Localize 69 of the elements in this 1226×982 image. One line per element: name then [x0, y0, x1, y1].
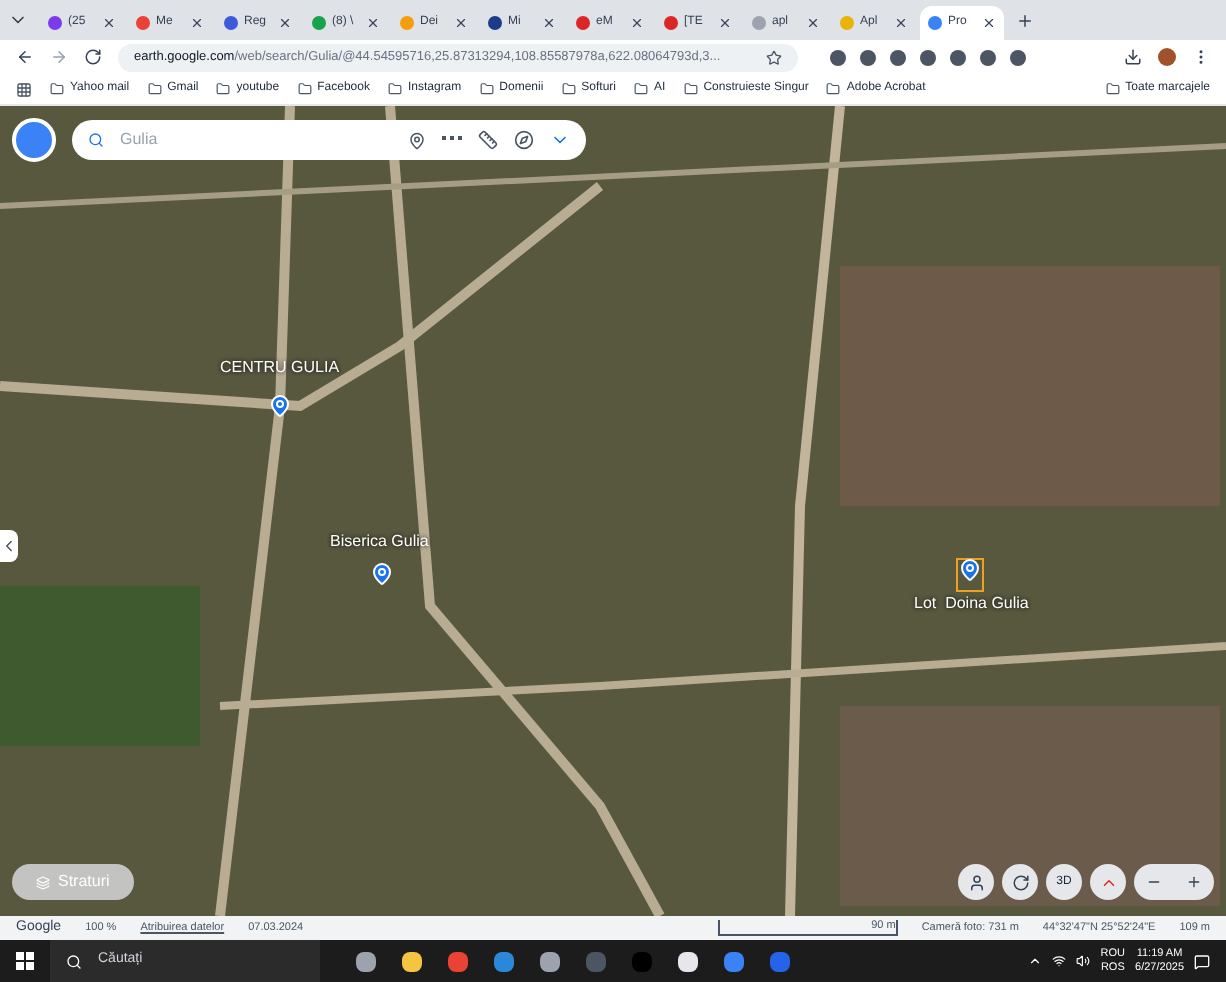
tab-favicon-icon [48, 16, 62, 30]
map-pin-icon[interactable] [268, 394, 292, 418]
tab-favicon-icon [136, 16, 150, 30]
place-label[interactable]: Biserica Gulia [330, 530, 429, 554]
back-icon[interactable] [16, 48, 34, 66]
search-field[interactable]: Gulia [120, 128, 392, 152]
tab-favicon-icon [400, 16, 414, 30]
search-icon [66, 953, 82, 969]
close-icon[interactable] [718, 16, 732, 30]
volume-icon[interactable] [1076, 954, 1091, 968]
wifi-icon[interactable] [1052, 954, 1067, 968]
close-icon[interactable] [542, 16, 556, 30]
windows-start-icon[interactable] [16, 952, 34, 970]
download-icon[interactable] [1124, 48, 1142, 66]
tab-favicon-icon [576, 16, 590, 30]
close-icon[interactable] [366, 16, 380, 30]
tab-favicon-icon [752, 16, 766, 30]
taskbar-app-icon[interactable] [356, 951, 376, 971]
tab-favicon-icon [928, 16, 942, 30]
tray-overflow-icon[interactable] [1028, 954, 1043, 968]
close-icon[interactable] [630, 16, 644, 30]
close-icon[interactable] [982, 16, 996, 30]
close-icon[interactable] [102, 16, 116, 30]
search-icon [88, 132, 104, 148]
folder-icon [683, 82, 698, 96]
close-icon[interactable] [278, 16, 292, 30]
folder-icon [1105, 82, 1120, 96]
map-pin-icon[interactable] [370, 562, 394, 586]
side-panel-handle-icon[interactable] [0, 530, 18, 562]
folder-icon [216, 82, 231, 96]
tab-favicon-icon [488, 16, 502, 30]
folder-icon [479, 82, 494, 96]
close-icon[interactable] [894, 16, 908, 30]
taskbar-app-icon[interactable] [678, 951, 698, 971]
profile-avatar[interactable] [1158, 48, 1176, 66]
folder-icon [387, 82, 402, 96]
place-label[interactable]: CENTRU GULIA [220, 356, 340, 380]
close-icon[interactable] [190, 16, 204, 30]
map-pin-icon[interactable] [958, 558, 982, 582]
ruler-icon[interactable] [478, 130, 498, 150]
pin-icon[interactable] [408, 131, 426, 149]
taskbar-app-icon[interactable] [540, 951, 560, 971]
tab-favicon-icon [312, 16, 326, 30]
zoom-in-icon[interactable] [1186, 874, 1202, 890]
folder-icon [50, 82, 64, 96]
tab-favicon-icon [664, 16, 678, 30]
close-icon[interactable] [454, 16, 468, 30]
notifications-icon[interactable] [1194, 953, 1210, 969]
lot-outline [956, 558, 984, 592]
new-tab-icon[interactable] [1016, 12, 1034, 30]
star-icon[interactable] [766, 49, 782, 65]
taskbar-app-icon[interactable] [402, 951, 422, 971]
tab-favicon-icon [840, 16, 854, 30]
folder-icon [561, 82, 576, 96]
search-bar[interactable]: Gulia [72, 120, 586, 160]
path-icon[interactable] [442, 136, 462, 144]
folder-icon [297, 82, 312, 96]
forward-icon[interactable] [50, 48, 68, 66]
place-label[interactable]: Lot Doina Gulia [914, 592, 1029, 616]
apps-icon[interactable] [16, 81, 32, 97]
folder-icon [634, 82, 649, 96]
reload-icon[interactable] [84, 48, 102, 66]
rotate-icon [1011, 873, 1029, 891]
person-icon [967, 873, 985, 891]
tab-favicon-icon [224, 16, 238, 30]
close-icon[interactable] [806, 16, 820, 30]
layers-icon [36, 875, 50, 889]
folder-icon [826, 82, 841, 96]
folder-icon [147, 82, 162, 96]
